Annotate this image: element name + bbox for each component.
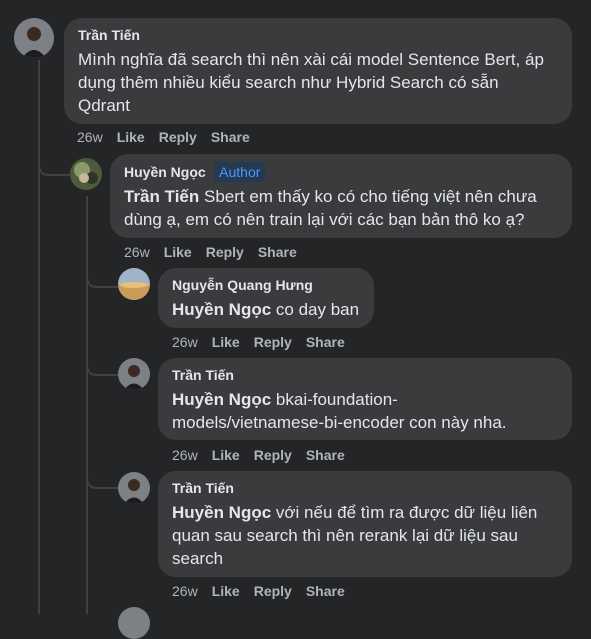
timestamp[interactable]: 26w	[172, 583, 198, 599]
comment-text: Mình nghĩa đã search thì nên xài cái mod…	[78, 50, 544, 115]
comment-bubble: Huyền Ngọc Author Trần Tiến Sbert em thấ…	[110, 154, 572, 238]
comment-text: Trần Tiến Sbert em thấy ko có cho tiếng …	[124, 187, 537, 229]
timestamp[interactable]: 26w	[172, 334, 198, 350]
thread-elbow	[86, 463, 118, 489]
comment-actions: 26w Like Reply Share	[124, 244, 311, 260]
thread-elbow	[86, 262, 118, 288]
comment-author[interactable]: Trần Tiến	[78, 27, 140, 43]
comment-bubble: Trần Tiến Huyền Ngọc với nếu để tìm ra đ…	[158, 471, 572, 577]
thread-line-main	[38, 60, 40, 614]
avatar[interactable]	[118, 607, 150, 639]
thread-elbow	[38, 150, 70, 176]
reply-button[interactable]: Reply	[159, 129, 197, 145]
comment-author[interactable]: Trần Tiến	[172, 367, 234, 383]
like-button[interactable]: Like	[117, 129, 145, 145]
mention-link[interactable]: Huyền Ngọc	[172, 300, 271, 319]
avatar[interactable]	[70, 158, 102, 190]
reply-button[interactable]: Reply	[206, 244, 244, 260]
comment-bubble: Nguyễn Quang Hưng Huyền Ngọc co day ban	[158, 268, 374, 328]
reply-button[interactable]: Reply	[254, 583, 292, 599]
comment-actions: 26w Like Reply Share	[172, 447, 359, 463]
comment-bubble: Trần Tiến Mình nghĩa đã search thì nên x…	[64, 18, 572, 124]
mention-link[interactable]: Trần Tiến	[124, 187, 199, 206]
timestamp[interactable]: 26w	[172, 447, 198, 463]
mention-link[interactable]: Huyền Ngọc	[172, 390, 271, 409]
comment-author[interactable]: Nguyễn Quang Hưng	[172, 277, 313, 293]
share-button[interactable]: Share	[306, 583, 345, 599]
comment-actions: 26w Like Reply Share	[172, 583, 359, 599]
share-button[interactable]: Share	[258, 244, 297, 260]
reply-button[interactable]: Reply	[254, 447, 292, 463]
comment-actions: 26w Like Reply Share	[172, 334, 359, 350]
share-button[interactable]: Share	[306, 334, 345, 350]
mention-link[interactable]: Huyền Ngọc	[172, 503, 271, 522]
thread-elbow	[86, 350, 118, 376]
like-button[interactable]: Like	[212, 334, 240, 350]
avatar[interactable]	[118, 268, 150, 300]
timestamp[interactable]: 26w	[124, 244, 150, 260]
comment-text: Huyền Ngọc với nếu để tìm ra được dữ liệ…	[172, 503, 538, 568]
comment-author[interactable]: Trần Tiến	[172, 480, 234, 496]
like-button[interactable]: Like	[164, 244, 192, 260]
comment-text: Huyền Ngọc co day ban	[172, 300, 360, 319]
comment-bubble: Trần Tiến Huyền Ngọc bkai-foundation- mo…	[158, 358, 572, 440]
avatar[interactable]	[14, 18, 54, 58]
author-badge: Author	[214, 162, 266, 182]
comment-author[interactable]: Huyền Ngọc	[124, 164, 206, 180]
like-button[interactable]: Like	[212, 583, 240, 599]
like-button[interactable]: Like	[212, 447, 240, 463]
thread-line-reply	[86, 196, 88, 614]
reply-button[interactable]: Reply	[254, 334, 292, 350]
share-button[interactable]: Share	[306, 447, 345, 463]
avatar[interactable]	[118, 358, 150, 390]
comment-actions: 26w Like Reply Share	[77, 129, 264, 145]
timestamp[interactable]: 26w	[77, 129, 103, 145]
comment-text: Huyền Ngọc bkai-foundation- models/vietn…	[172, 390, 507, 432]
avatar[interactable]	[118, 472, 150, 504]
share-button[interactable]: Share	[211, 129, 250, 145]
